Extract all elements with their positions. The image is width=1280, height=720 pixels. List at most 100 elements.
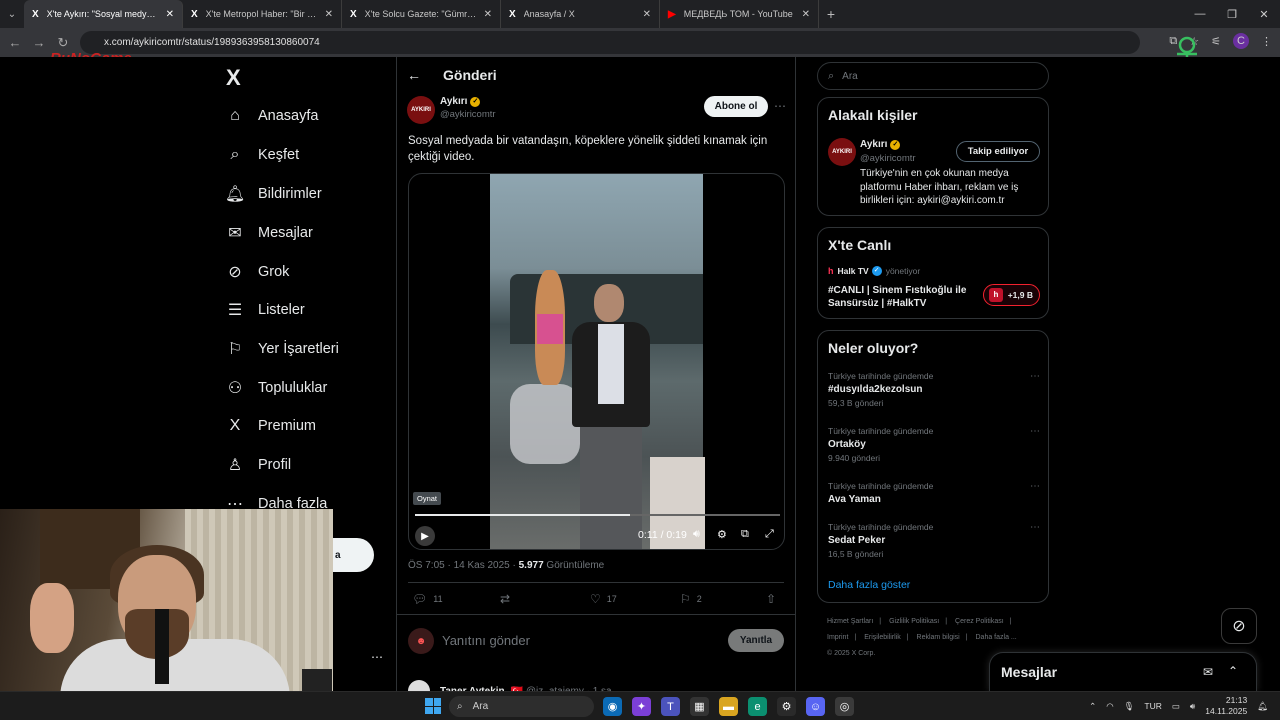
volume-icon[interactable]: 🔊︎ (693, 528, 700, 541)
close-tab-icon[interactable]: ✕ (166, 9, 174, 20)
trend-item[interactable]: Türkiye tarihinde gündemde Ortaköy 9.940… (828, 426, 1040, 463)
repost-action[interactable]: ⇄ (500, 592, 516, 606)
live-headline[interactable]: #CANLI | Sinem Fıstıkoğlu ile Sansürsüz … (828, 284, 978, 310)
browser-tab[interactable]: X Anasayfa / X ✕ (501, 0, 660, 28)
trend-item[interactable]: Türkiye tarihinde gündemde Ava Yaman ⋯ (828, 481, 1040, 505)
trend-item[interactable]: Türkiye tarihinde gündemde Sedat Peker 1… (828, 522, 1040, 559)
live-source[interactable]: h Halk TV ✓ yönetiyor (828, 266, 920, 276)
menu-icon[interactable]: ⋮ (1261, 35, 1272, 48)
author-handle[interactable]: @aykiricomtr (440, 109, 496, 120)
profile-avatar[interactable]: C (1233, 33, 1249, 49)
reload-icon[interactable]: ↻ (51, 35, 75, 51)
expand-up-icon[interactable]: ⌃ (1228, 664, 1238, 678)
author-avatar[interactable]: AYKIRI (407, 96, 435, 124)
back-arrow-icon[interactable]: ← (407, 67, 421, 83)
reply-action[interactable]: 💬︎ 11 (412, 592, 443, 606)
input-language[interactable]: TUR (1144, 701, 1161, 711)
trend-item[interactable]: Türkiye tarihinde gündemde #dusyılda2kez… (828, 371, 1040, 408)
discord-icon[interactable]: ☺ (806, 697, 825, 716)
more-options-icon[interactable]: ⋯ (774, 99, 786, 113)
post-timestamp[interactable]: ÖS 7:05 · 14 Kas 2025 · (408, 560, 519, 571)
relevant-handle[interactable]: @aykiricomtr (860, 153, 916, 164)
nav-item-premium[interactable]: X Premium (222, 411, 316, 441)
nav-item-messages[interactable]: ✉ Mesajlar (222, 218, 313, 248)
more-options-icon[interactable]: ⋯ (1030, 371, 1040, 382)
more-options-icon[interactable]: ⋯ (1030, 426, 1040, 437)
teams-icon[interactable]: T (661, 697, 680, 716)
taskbar-search[interactable]: ⌕ Ara (449, 696, 594, 717)
pip-icon[interactable]: ⧉ (741, 528, 749, 541)
user-avatar[interactable]: ☻ (408, 628, 434, 654)
store-icon[interactable]: ▦ (690, 697, 709, 716)
nav-item-communities[interactable]: ⚇ Topluluklar (222, 373, 328, 403)
browser-tab[interactable]: X X'te Metropol Haber: "Bir vatan ✕ (183, 0, 342, 28)
reply-input[interactable]: Yanıtını gönder (442, 633, 530, 648)
browser-tab[interactable]: X X'te Solcu Gazete: "Gümrükte e ✕ (342, 0, 501, 28)
play-icon[interactable]: ▶ (415, 526, 435, 546)
copilot-icon[interactable]: ✦ (632, 697, 651, 716)
wifi-icon[interactable]: ◠ (1106, 701, 1113, 712)
footer-link[interactable]: Imprint (827, 634, 848, 641)
app-icon[interactable]: ◉ (603, 697, 622, 716)
author-name[interactable]: Aykırı (440, 96, 467, 107)
nav-item-explore[interactable]: ⌕ Keşfet (222, 140, 300, 170)
close-tab-icon[interactable]: ✕ (802, 9, 810, 20)
following-button[interactable]: Takip ediliyor (956, 141, 1040, 162)
relevant-avatar[interactable]: AYKIRI (828, 138, 856, 166)
nav-item-notifications[interactable]: 🔔︎ Bildirimler (222, 179, 322, 209)
settings-icon[interactable]: ⚙ (777, 697, 796, 716)
footer-link[interactable]: Gizlilik Politikası (889, 618, 939, 625)
footer-link[interactable]: Erişilebilirlik (864, 634, 901, 641)
footer-link[interactable]: Çerez Politikası (955, 618, 1004, 625)
footer-link[interactable]: Reklam bilgisi (917, 634, 960, 641)
url-bar[interactable]: x.com/aykiricomtr/status/198936395813086… (80, 31, 1140, 54)
tab-search-icon[interactable]: ⌄ (0, 0, 24, 28)
browser-tab[interactable]: X X'te Aykırı: "Sosyal medyada bi ✕ (24, 0, 183, 28)
video-progress-bar[interactable] (415, 514, 780, 516)
fullscreen-icon[interactable]: ⤢ (765, 528, 774, 541)
relevant-name[interactable]: Aykırı (860, 139, 887, 150)
display-icon[interactable]: ▭ (1172, 701, 1180, 712)
footer-link[interactable]: Daha fazla ... (976, 634, 1017, 641)
live-listeners-badge[interactable]: h +1,9 B (983, 284, 1040, 306)
minimize-icon[interactable]: — (1184, 0, 1216, 28)
nav-item-bookmarks[interactable]: ⚐ Yer İşaretleri (222, 334, 339, 364)
search-input[interactable]: ⌕ Ara (817, 62, 1049, 90)
mic-icon[interactable]: 🎙︎ (1124, 701, 1135, 712)
edge-icon[interactable]: e (748, 697, 767, 716)
nav-item-lists[interactable]: ☰ Listeler (222, 295, 305, 325)
forward-icon[interactable]: → (27, 35, 51, 50)
messages-drawer[interactable]: Mesajlar ✉ ⌃ (989, 652, 1257, 691)
clock[interactable]: 21:13 14.11.2025 (1205, 695, 1247, 717)
more-options-icon[interactable]: ⋯ (1030, 481, 1040, 492)
nav-item-grok[interactable]: ⊘ Grok (222, 257, 289, 287)
like-action[interactable]: ♡ 17 (590, 592, 617, 606)
browser-tab[interactable]: ▶ МЕДВЕДЬ ТОМ - YouTube ✕ (660, 0, 819, 28)
post-author[interactable]: AYKIRI Aykırı ✓ @aykiricomtr (407, 96, 496, 124)
account-menu-icon[interactable]: ⋯ (371, 650, 383, 664)
tray-chevron-icon[interactable]: ⌃ (1089, 701, 1096, 712)
nav-item-home[interactable]: ⌂ Anasayfa (222, 101, 318, 131)
post-button[interactable]: a (333, 538, 374, 572)
windows-start-icon[interactable] (425, 698, 441, 714)
reply-button[interactable]: Yanıtla (728, 629, 784, 652)
settings-gear-icon[interactable]: ⚙ (717, 528, 727, 541)
back-icon[interactable]: ← (3, 35, 27, 50)
extensions-icon[interactable]: ⚟ (1211, 35, 1221, 48)
volume-icon[interactable]: 🔊︎ (1190, 701, 1195, 712)
subscribe-button[interactable]: Abone ol (704, 96, 768, 117)
grok-fab-icon[interactable]: ⊘ (1221, 608, 1257, 644)
x-logo-icon[interactable]: X (226, 65, 241, 91)
video-player[interactable]: Oynat ▶ 0:11 / 0:19 🔊︎ ⚙ ⧉ ⤢ (408, 173, 785, 550)
close-tab-icon[interactable]: ✕ (643, 9, 651, 20)
maximize-icon[interactable]: ❐ (1216, 0, 1248, 28)
share-action[interactable]: ⇧ (766, 592, 782, 606)
bookmark-action[interactable]: ⚐ 2 (680, 592, 702, 606)
nav-item-profile[interactable]: ♙ Profil (222, 450, 291, 480)
notifications-icon[interactable]: 🔔︎ (1257, 701, 1268, 712)
close-window-icon[interactable]: ✕ (1248, 0, 1280, 28)
close-tab-icon[interactable]: ✕ (484, 9, 492, 20)
new-tab-icon[interactable]: + (819, 6, 843, 22)
folder-icon[interactable]: ▬ (719, 697, 738, 716)
chrome-icon[interactable]: ◎ (835, 697, 854, 716)
